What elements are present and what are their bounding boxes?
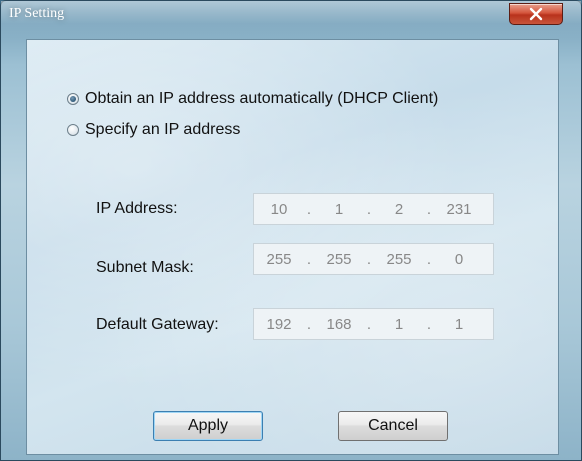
radio-static-label[interactable]: Specify an IP address: [85, 121, 240, 139]
ip-address-label: IP Address:: [96, 200, 178, 217]
close-icon: [529, 7, 543, 21]
window-title: IP Setting: [9, 6, 65, 21]
subnet-mask-label: Subnet Mask:: [96, 259, 194, 276]
subnet-mask-field[interactable]: 255 . 255 . 255 . 0: [253, 243, 494, 275]
subnet-mask-octet-2: 255: [326, 250, 352, 268]
apply-button[interactable]: Apply: [153, 411, 263, 441]
default-gateway-octet-4: 1: [454, 315, 464, 333]
ip-setting-dialog: IP Setting Obtain an IP address automati…: [0, 0, 582, 461]
default-gateway-octet-2: 168: [326, 315, 352, 333]
octet-separator: .: [426, 250, 432, 268]
ip-address-octet-3: 2: [394, 200, 404, 218]
radio-dhcp[interactable]: [67, 93, 79, 105]
radio-static-row[interactable]: Specify an IP address: [67, 121, 240, 139]
ip-address-octet-2: 1: [334, 200, 344, 218]
dialog-content: Obtain an IP address automatically (DHCP…: [26, 39, 559, 455]
octet-separator: .: [426, 315, 432, 333]
octet-separator: .: [306, 200, 312, 218]
ip-address-octet-1: 10: [270, 200, 288, 218]
default-gateway-label: Default Gateway:: [96, 316, 219, 333]
default-gateway-octet-3: 1: [394, 315, 404, 333]
ip-address-octet-4: 231: [446, 200, 472, 218]
subnet-mask-octet-1: 255: [266, 250, 292, 268]
radio-static[interactable]: [67, 124, 79, 136]
octet-separator: .: [366, 315, 372, 333]
default-gateway-field[interactable]: 192 . 168 . 1 . 1: [253, 308, 494, 340]
radio-dhcp-row[interactable]: Obtain an IP address automatically (DHCP…: [67, 90, 438, 108]
radio-dhcp-label[interactable]: Obtain an IP address automatically (DHCP…: [85, 90, 438, 108]
octet-separator: .: [366, 250, 372, 268]
title-bar[interactable]: IP Setting: [1, 1, 581, 39]
octet-separator: .: [426, 200, 432, 218]
cancel-button[interactable]: Cancel: [338, 411, 448, 441]
octet-separator: .: [306, 315, 312, 333]
subnet-mask-octet-4: 0: [454, 250, 464, 268]
octet-separator: .: [306, 250, 312, 268]
close-button[interactable]: [509, 3, 563, 25]
ip-address-field[interactable]: 10 . 1 . 2 . 231: [253, 193, 494, 225]
subnet-mask-octet-3: 255: [386, 250, 412, 268]
octet-separator: .: [366, 200, 372, 218]
default-gateway-octet-1: 192: [266, 315, 292, 333]
